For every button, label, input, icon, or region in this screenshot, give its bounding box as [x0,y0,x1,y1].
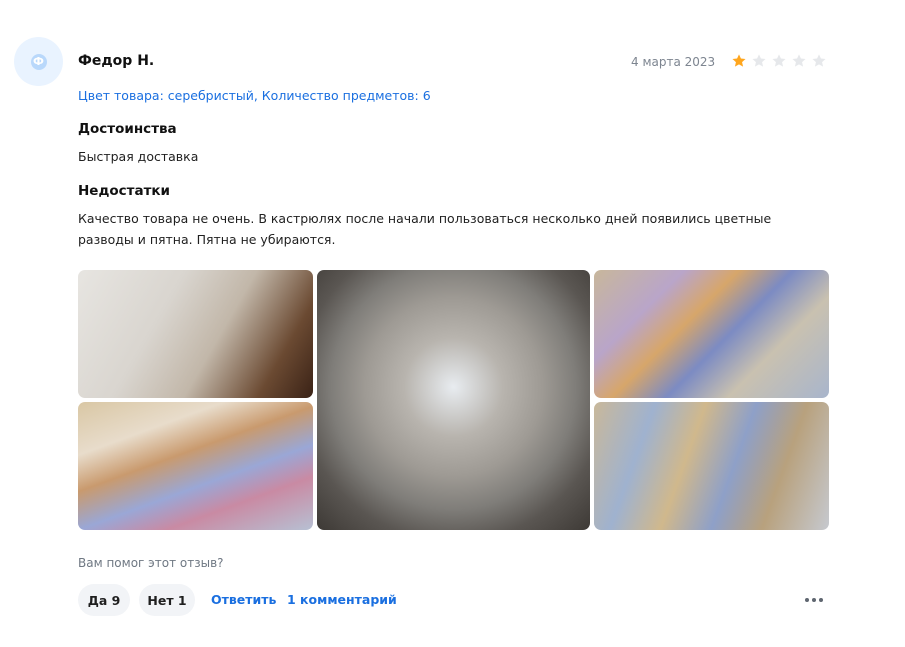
product-properties: Цвет товара: серебристый, Количество пре… [78,88,431,103]
star-icon [732,54,746,67]
star-icon [792,54,806,67]
avatar-initial: Ф [30,53,47,70]
review-date: 4 марта 2023 [631,55,716,69]
review-photo-1[interactable] [78,270,313,398]
cons-text: Качество товара не очень. В кастрюлях по… [78,211,772,247]
more-dot [805,598,809,602]
rating-stars [731,53,827,69]
review-photo-4[interactable] [78,402,313,530]
reply-link[interactable]: Ответить [211,592,276,607]
more-dot [812,598,816,602]
helpful-yes-button[interactable]: Да 9 [78,584,130,616]
pros-title: Достоинства [78,121,177,137]
helpful-no-button[interactable]: Нет 1 [139,584,195,616]
star-icon [772,54,786,67]
comments-link[interactable]: 1 комментарий [287,592,397,607]
cons-title: Недостатки [78,183,171,199]
star-icon [752,54,766,67]
more-horizontal-icon[interactable] [801,590,827,610]
helpful-question: Вам помог этот отзыв? [78,556,224,570]
review-photo-5[interactable] [594,402,829,530]
star-icon [812,54,826,67]
avatar: Ф [14,37,63,86]
pros-text: Быстрая доставка [78,149,199,164]
more-dot [819,598,823,602]
review-photo-2[interactable] [317,270,590,530]
review-photo-3[interactable] [594,270,829,398]
author-name: Федор Н. [78,53,155,69]
